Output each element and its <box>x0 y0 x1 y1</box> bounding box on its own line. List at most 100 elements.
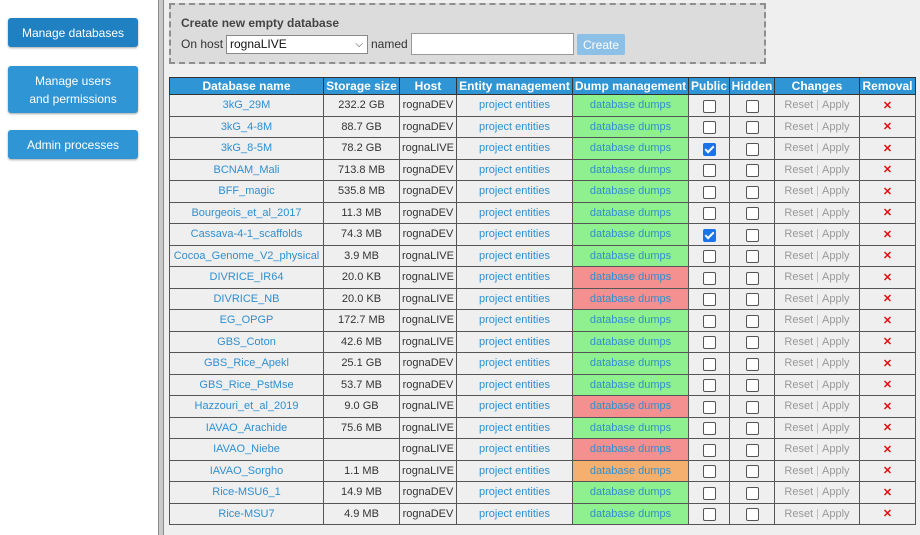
apply-button[interactable]: Apply <box>822 400 850 412</box>
project-entities-link[interactable]: project entities <box>456 395 573 418</box>
database-name-link[interactable]: BFF_magic <box>169 180 324 203</box>
apply-button[interactable]: Apply <box>822 121 850 133</box>
remove-icon[interactable]: ✕ <box>859 244 916 267</box>
hidden-checkbox[interactable] <box>745 207 759 221</box>
database-dumps-link[interactable]: database dumps <box>572 309 689 332</box>
remove-icon[interactable]: ✕ <box>859 115 916 138</box>
public-checkbox[interactable] <box>702 486 716 500</box>
hidden-checkbox[interactable] <box>745 314 759 328</box>
database-dumps-link[interactable]: database dumps <box>572 158 689 181</box>
database-dumps-link[interactable]: database dumps <box>572 416 689 439</box>
database-dumps-link[interactable]: database dumps <box>572 373 689 396</box>
public-checkbox[interactable] <box>702 185 716 199</box>
hidden-checkbox[interactable] <box>745 357 759 371</box>
database-name-link[interactable]: Bourgeois_et_al_2017 <box>169 201 324 224</box>
reset-button[interactable]: Reset <box>784 164 813 176</box>
database-dumps-link[interactable]: database dumps <box>572 180 689 203</box>
database-dumps-link[interactable]: database dumps <box>572 115 689 138</box>
database-dumps-link[interactable]: database dumps <box>572 459 689 482</box>
reset-button[interactable]: Reset <box>784 250 813 262</box>
reset-button[interactable]: Reset <box>784 207 813 219</box>
hidden-checkbox[interactable] <box>745 336 759 350</box>
public-checkbox[interactable] <box>702 207 716 221</box>
apply-button[interactable]: Apply <box>822 250 850 262</box>
manage-users-button[interactable]: Manage users and permissions <box>8 66 138 113</box>
create-button[interactable]: Create <box>577 34 625 55</box>
reset-button[interactable]: Reset <box>784 486 813 498</box>
reset-button[interactable]: Reset <box>784 99 813 111</box>
reset-button[interactable]: Reset <box>784 142 813 154</box>
apply-button[interactable]: Apply <box>822 422 850 434</box>
remove-icon[interactable]: ✕ <box>859 287 916 310</box>
public-checkbox[interactable] <box>702 164 716 178</box>
apply-button[interactable]: Apply <box>822 293 850 305</box>
hidden-checkbox[interactable] <box>745 142 759 156</box>
project-entities-link[interactable]: project entities <box>456 309 573 332</box>
database-dumps-link[interactable]: database dumps <box>572 94 689 117</box>
hidden-checkbox[interactable] <box>745 465 759 479</box>
hidden-checkbox[interactable] <box>745 228 759 242</box>
reset-button[interactable]: Reset <box>784 121 813 133</box>
project-entities-link[interactable]: project entities <box>456 137 573 160</box>
remove-icon[interactable]: ✕ <box>859 416 916 439</box>
public-checkbox[interactable] <box>702 271 716 285</box>
apply-button[interactable]: Apply <box>822 379 850 391</box>
project-entities-link[interactable]: project entities <box>456 244 573 267</box>
hidden-checkbox[interactable] <box>745 185 759 199</box>
database-dumps-link[interactable]: database dumps <box>572 244 689 267</box>
reset-button[interactable]: Reset <box>784 357 813 369</box>
database-name-link[interactable]: IAVAO_Niebe <box>169 438 324 461</box>
public-checkbox[interactable] <box>702 379 716 393</box>
database-name-link[interactable]: Rice-MSU6_1 <box>169 481 324 504</box>
reset-button[interactable]: Reset <box>784 314 813 326</box>
public-checkbox[interactable] <box>702 336 716 350</box>
reset-button[interactable]: Reset <box>784 422 813 434</box>
public-checkbox[interactable] <box>702 357 716 371</box>
project-entities-link[interactable]: project entities <box>456 287 573 310</box>
apply-button[interactable]: Apply <box>822 465 850 477</box>
reset-button[interactable]: Reset <box>784 293 813 305</box>
database-name-link[interactable]: IAVAO_Sorgho <box>169 459 324 482</box>
database-name-link[interactable]: Cassava-4-1_scaffolds <box>169 223 324 246</box>
database-dumps-link[interactable]: database dumps <box>572 201 689 224</box>
database-name-link[interactable]: GBS_Rice_PstMse <box>169 373 324 396</box>
database-name-input[interactable] <box>411 33 574 55</box>
project-entities-link[interactable]: project entities <box>456 94 573 117</box>
database-dumps-link[interactable]: database dumps <box>572 395 689 418</box>
database-dumps-link[interactable]: database dumps <box>572 330 689 353</box>
database-name-link[interactable]: GBS_Rice_Apekl <box>169 352 324 375</box>
hidden-checkbox[interactable] <box>745 443 759 457</box>
database-name-link[interactable]: EG_OPGP <box>169 309 324 332</box>
apply-button[interactable]: Apply <box>822 508 850 520</box>
project-entities-link[interactable]: project entities <box>456 180 573 203</box>
apply-button[interactable]: Apply <box>822 164 850 176</box>
project-entities-link[interactable]: project entities <box>456 416 573 439</box>
remove-icon[interactable]: ✕ <box>859 137 916 160</box>
remove-icon[interactable]: ✕ <box>859 330 916 353</box>
hidden-checkbox[interactable] <box>745 164 759 178</box>
remove-icon[interactable]: ✕ <box>859 373 916 396</box>
project-entities-link[interactable]: project entities <box>456 158 573 181</box>
remove-icon[interactable]: ✕ <box>859 158 916 181</box>
hidden-checkbox[interactable] <box>745 271 759 285</box>
database-dumps-link[interactable]: database dumps <box>572 137 689 160</box>
database-dumps-link[interactable]: database dumps <box>572 352 689 375</box>
hidden-checkbox[interactable] <box>745 400 759 414</box>
public-checkbox[interactable] <box>702 400 716 414</box>
database-name-link[interactable]: 3kG_4-8M <box>169 115 324 138</box>
project-entities-link[interactable]: project entities <box>456 373 573 396</box>
reset-button[interactable]: Reset <box>784 465 813 477</box>
hidden-checkbox[interactable] <box>745 250 759 264</box>
database-name-link[interactable]: DIVRICE_IR64 <box>169 266 324 289</box>
reset-button[interactable]: Reset <box>784 271 813 283</box>
remove-icon[interactable]: ✕ <box>859 395 916 418</box>
database-dumps-link[interactable]: database dumps <box>572 223 689 246</box>
project-entities-link[interactable]: project entities <box>456 266 573 289</box>
database-name-link[interactable]: Rice-MSU7 <box>169 502 324 525</box>
reset-button[interactable]: Reset <box>784 185 813 197</box>
reset-button[interactable]: Reset <box>784 379 813 391</box>
public-checkbox[interactable] <box>702 422 716 436</box>
remove-icon[interactable]: ✕ <box>859 352 916 375</box>
hidden-checkbox[interactable] <box>745 99 759 113</box>
reset-button[interactable]: Reset <box>784 508 813 520</box>
